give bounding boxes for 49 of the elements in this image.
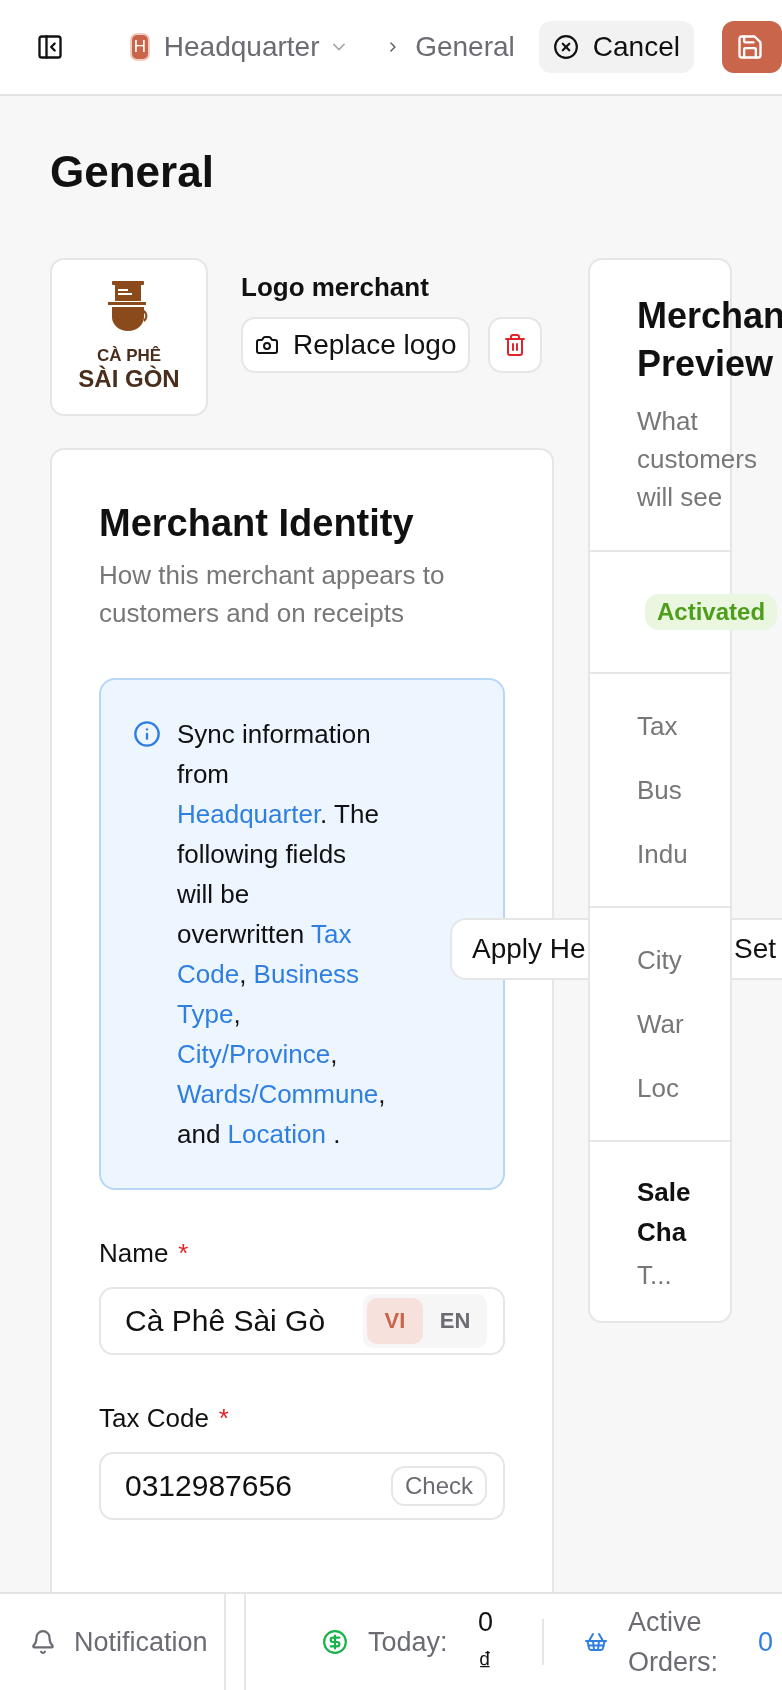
close-icon <box>552 34 579 60</box>
text-input[interactable]: Cà Phê Sài Gò <box>125 1304 353 1338</box>
preview-row-label: Indu <box>637 838 689 871</box>
channel-title: Sale Cha <box>637 1176 692 1249</box>
preview-row-label: Tax <box>637 710 679 743</box>
today-label: Today: <box>368 1626 449 1659</box>
panel-icon <box>36 33 64 61</box>
preview-row-label: Loc <box>637 1072 680 1105</box>
orders-label: Active Orders: <box>628 1606 720 1679</box>
replace-logo-button[interactable]: Replace logo <box>241 317 471 373</box>
workspace-avatar: H <box>130 33 150 61</box>
check-button[interactable]: Check <box>390 1466 487 1506</box>
status-badge: Activated <box>645 594 778 630</box>
breadcrumb-link[interactable]: General <box>401 31 515 63</box>
sidebar-toggle-icon[interactable] <box>36 33 64 61</box>
chevron-down-icon <box>333 41 346 53</box>
bell-icon <box>30 1629 56 1655</box>
logo-text: SÀI GÒN <box>78 366 180 393</box>
preview-row-label: War <box>637 1008 685 1041</box>
field-label: Tax Code <box>99 1403 209 1434</box>
preview-row-label: City <box>637 944 683 977</box>
workspace-selector[interactable]: Headquarter <box>149 31 320 63</box>
trash-icon <box>503 333 528 357</box>
info-icon <box>133 720 161 748</box>
delete-logo-button[interactable] <box>488 317 543 373</box>
today-value: 0 ₫ <box>478 1606 495 1679</box>
channel-value: T... <box>637 1260 673 1291</box>
required-mark: * <box>178 1238 189 1269</box>
floating-action-button[interactable]: Apply He <box>450 918 588 980</box>
save-button[interactable] <box>722 21 782 73</box>
preview-subtitle: What customers will see <box>637 405 758 514</box>
card-title: Merchant Identity <box>99 501 415 546</box>
logo-text: CÀ PHÊ <box>96 347 162 366</box>
orders-value: 0 <box>758 1626 775 1659</box>
dollar-icon <box>322 1629 348 1655</box>
floating-action-button[interactable]: Set <box>732 918 782 980</box>
camera-icon <box>255 333 279 357</box>
input-field[interactable]: 0312987656 Check <box>99 1452 505 1520</box>
required-mark: * <box>218 1403 229 1434</box>
card-subtitle: How this merchant appears to customers and on receipts <box>99 559 446 630</box>
cancel-button[interactable]: Cancel <box>538 21 694 73</box>
page-title: General <box>50 146 215 198</box>
field-label: Name <box>99 1238 169 1269</box>
language-option[interactable]: EN <box>427 1298 483 1344</box>
logo-label: Logo merchant <box>241 272 430 303</box>
input-field[interactable]: Cà Phê Sài Gò VI EN <box>99 1287 505 1355</box>
text-input[interactable]: 0312987656 <box>125 1469 381 1503</box>
preview-row-label: Bus <box>637 774 683 807</box>
basket-icon <box>584 1630 608 1654</box>
